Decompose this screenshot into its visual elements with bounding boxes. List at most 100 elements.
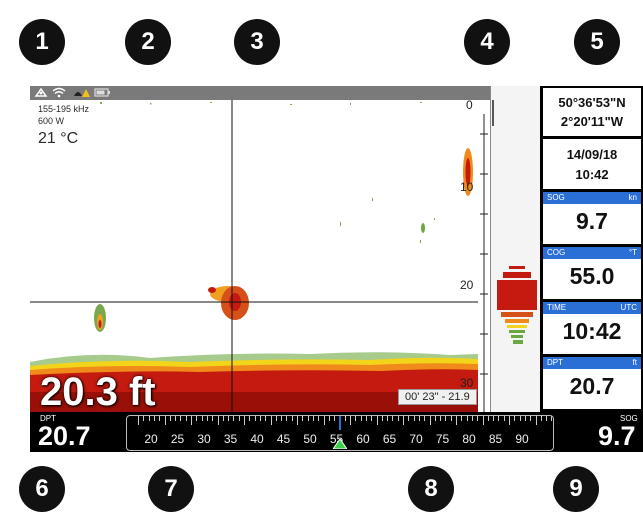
compass-tick [434, 416, 436, 421]
fish-school-center [208, 286, 249, 320]
compass-tick [196, 416, 198, 421]
compass-tick [228, 416, 230, 421]
scale-label-20: 20 [460, 278, 474, 292]
water-temp-label: 21 °C [38, 130, 79, 147]
compass-tick [408, 416, 410, 421]
compass-tick [153, 416, 155, 421]
compass-number: 45 [276, 432, 291, 446]
compass-tick [286, 416, 288, 421]
compass-tick [471, 416, 473, 421]
compass-tick [259, 416, 261, 421]
compass-tick [138, 416, 139, 425]
compass-number: 80 [462, 432, 476, 446]
dpt-panel-header: DPT ft [543, 357, 641, 369]
compass-tick [254, 416, 256, 421]
time-panel[interactable]: TIME UTC 10:42 [543, 302, 641, 354]
compass-tick [387, 416, 389, 421]
compass-tick [291, 416, 293, 421]
compass-tick [424, 416, 426, 421]
time-panel-unit: UTC [620, 303, 637, 312]
compass-tick [519, 416, 521, 421]
compass-tick [323, 416, 325, 425]
sog-panel-label: SOG [547, 193, 565, 202]
cog-panel-label: COG [547, 248, 566, 257]
compass-tick [148, 416, 150, 421]
power-label: 600 W [38, 116, 65, 126]
wifi-icon [52, 87, 66, 98]
compass-tick [487, 416, 489, 421]
status-bar [30, 86, 490, 100]
compass-tick [185, 416, 187, 421]
heading-compass[interactable]: 20 25 30 35 40 45 50 55 60 65 70 75 80 85 90 [126, 415, 554, 451]
compass-number: 60 [356, 432, 370, 446]
sog-panel[interactable]: SOG kn 9.7 [543, 192, 641, 244]
compass-tick [376, 416, 378, 425]
footer-sog-value[interactable]: 9.7 [598, 421, 636, 452]
compass-tick [350, 416, 351, 425]
compass-tick [514, 416, 516, 421]
compass-number: 65 [382, 432, 397, 446]
data-panels: 50°36'53"N 2°20'11"W 14/09/18 10:42 SOG … [540, 86, 643, 412]
compass-tick [270, 416, 272, 425]
sonar-screen: 155-195 kHz 600 W 21 °C 20.3 ft 00' 23" … [30, 86, 643, 452]
compass-tick [334, 416, 336, 421]
alarm-warning-icon [72, 87, 90, 98]
footer-dpt-value[interactable]: 20.7 [38, 421, 91, 452]
compass-tick [530, 416, 532, 421]
compass-number: 35 [223, 432, 238, 446]
callout-5: 5 [574, 19, 620, 65]
heading-line [339, 416, 341, 430]
time-panel-label: TIME [547, 303, 567, 312]
compass-tick [217, 416, 219, 425]
compass-tick [222, 416, 224, 421]
echogram-canvas [30, 100, 478, 412]
compass-tick [546, 416, 548, 421]
compass-tick [233, 416, 235, 421]
compass-tick [312, 416, 314, 421]
compass-tick [265, 416, 267, 421]
compass-tick [440, 416, 442, 421]
fish-target-left [94, 304, 106, 332]
callout-1: 1 [19, 19, 65, 65]
compass-number: 90 [515, 432, 529, 446]
compass-tick [302, 416, 304, 421]
scale-label-10: 10 [460, 180, 474, 194]
sonar-echogram[interactable]: 155-195 kHz 600 W 21 °C 20.3 ft 00' 23" … [30, 100, 490, 412]
compass-tick [381, 416, 383, 421]
compass-number: 40 [250, 432, 264, 446]
compass-tick [418, 416, 420, 421]
callout-9: 9 [553, 466, 599, 512]
dpt-panel[interactable]: DPT ft 20.7 [543, 357, 641, 409]
compass-tick [201, 416, 203, 421]
compass-tick [392, 416, 394, 421]
time-small-value: 10:42 [575, 167, 609, 182]
date-time-panel[interactable]: 14/09/18 10:42 [543, 139, 641, 189]
sog-panel-header: SOG kn [543, 192, 641, 204]
compass-tick [477, 416, 479, 421]
compass-tick [281, 416, 283, 421]
compass-tick [509, 416, 510, 425]
compass-tick [371, 416, 373, 421]
compass-tick [456, 416, 457, 425]
compass-tick [445, 416, 447, 421]
compass-tick [540, 416, 542, 421]
time-panel-header: TIME UTC [543, 302, 641, 314]
compass-tick [413, 416, 415, 421]
scale-label-0: 0 [466, 100, 473, 112]
cog-panel[interactable]: COG °T 55.0 [543, 247, 641, 299]
a-scope-graph [492, 100, 537, 344]
compass-tick [466, 416, 468, 421]
compass-tick [275, 416, 277, 421]
cog-panel-unit: °T [628, 248, 637, 257]
compass-number: 25 [170, 432, 185, 446]
compass-tick [461, 416, 463, 421]
position-panel[interactable]: 50°36'53"N 2°20'11"W [543, 88, 641, 136]
callout-3: 3 [234, 19, 280, 65]
callout-8: 8 [408, 466, 454, 512]
compass-tick [238, 416, 240, 421]
compass-tick [403, 416, 404, 425]
a-scope [490, 86, 541, 412]
compass-tick [328, 416, 330, 421]
antenna-icon [34, 87, 48, 98]
compass-tick [493, 416, 495, 421]
